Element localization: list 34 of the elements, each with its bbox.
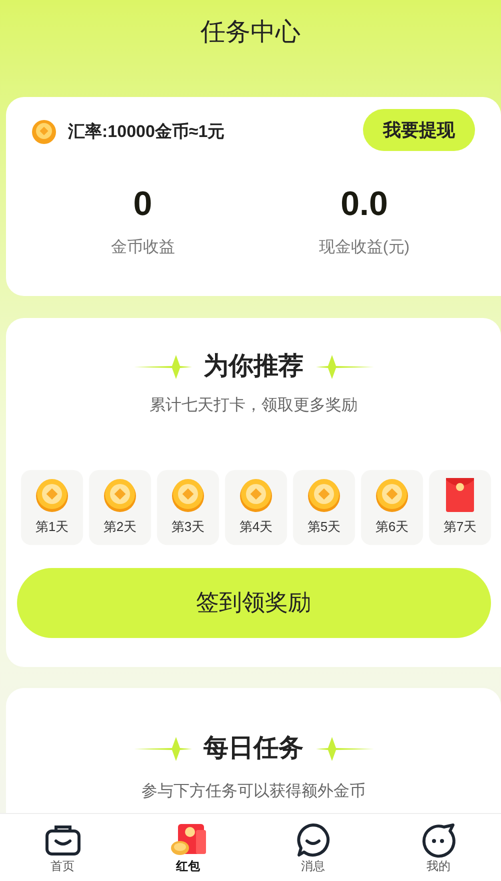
day-label: 第1天 <box>35 518 69 536</box>
tab-item[interactable]: 红包 <box>125 814 250 881</box>
exchange-rate: 汇率:10000金币≈1元 <box>68 121 225 144</box>
tab-item[interactable]: 我的 <box>376 814 501 881</box>
section-title: 每日任务 <box>204 733 304 764</box>
withdraw-button[interactable]: 我要提现 <box>363 109 475 151</box>
day-label: 第2天 <box>103 518 137 536</box>
face-icon <box>420 822 456 858</box>
stat-label: 金币收益 <box>110 238 175 258</box>
tab-item[interactable]: 消息 <box>250 814 376 881</box>
stat-value: 0.0 <box>340 184 388 225</box>
page-title: 任务中心 <box>200 17 300 46</box>
stat-value: 0 <box>133 184 152 225</box>
stat-label: 现金收益(元) <box>318 238 410 258</box>
coin-icon <box>35 478 69 512</box>
tab-item[interactable]: 首页 <box>0 814 126 881</box>
day-label: 第3天 <box>171 518 205 536</box>
coin-icon <box>171 478 205 512</box>
envelope-icon <box>446 478 474 512</box>
coin-icon <box>375 478 409 512</box>
section-title: 为你推荐 <box>204 351 304 382</box>
chat-icon <box>295 822 332 858</box>
coin-icon <box>32 120 56 144</box>
checkin-button[interactable]: 签到领奖励 <box>16 568 490 638</box>
section-subtitle: 累计七天打卡，领取更多奖励 <box>150 396 358 416</box>
day-label: 第5天 <box>307 518 341 536</box>
bag-icon <box>44 824 81 856</box>
coin-icon <box>307 478 341 512</box>
coin-icon <box>103 478 137 512</box>
coin-icon <box>239 478 273 512</box>
section-subtitle: 参与下方任务可以获得额外金币 <box>142 782 366 802</box>
day-label: 第4天 <box>239 518 273 536</box>
day-label: 第6天 <box>375 518 409 536</box>
day-label: 第7天 <box>443 518 477 536</box>
